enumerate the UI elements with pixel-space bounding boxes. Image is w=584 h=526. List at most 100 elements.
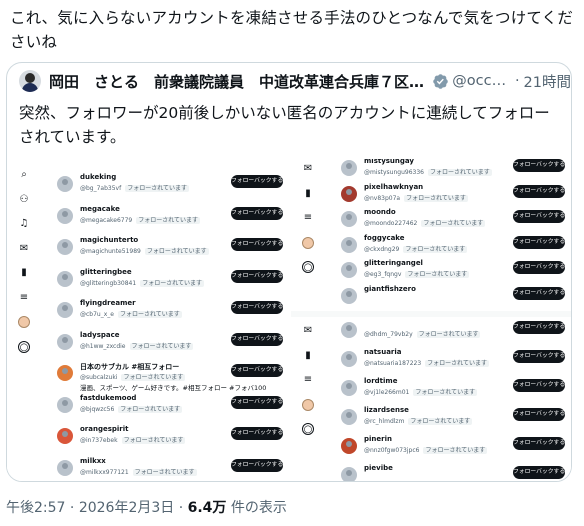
follower-row[interactable]: megacake @megacake6779 フォローされています フォローバックする (57, 205, 285, 231)
follower-row[interactable]: giantfishzero フォローバックする (341, 285, 567, 311)
follower-avatar[interactable] (57, 176, 73, 192)
follower-row[interactable]: glitteringbee @glitteringb30841 フォローされています… (57, 268, 285, 294)
follower-row[interactable]: magichunterto @magichunte51989 フォローされていますフ… (57, 236, 285, 262)
follow-back-button[interactable]: フォローバックする (231, 301, 283, 314)
follower-row[interactable]: pievibe フォローバックする (341, 464, 567, 481)
follower-avatar[interactable] (57, 270, 73, 287)
bookmark-icon[interactable]: ▮ (302, 188, 314, 200)
follow-back-button[interactable]: フォローバックする (231, 364, 283, 377)
follower-name[interactable]: pixelhawknyan (364, 183, 423, 191)
mail-icon[interactable]: ✉ (18, 243, 30, 255)
follow-back-button[interactable]: フォローバックする (513, 159, 565, 172)
follow-back-button[interactable]: フォローバックする (513, 184, 565, 198)
follower-avatar[interactable] (57, 333, 73, 350)
follower-avatar[interactable] (341, 409, 357, 425)
follower-avatar[interactable] (57, 459, 73, 476)
follower-name[interactable]: 日本のサブカル #相互フォロー (80, 362, 179, 372)
profile-icon[interactable] (302, 398, 314, 411)
follower-avatar[interactable] (341, 438, 357, 454)
follower-avatar[interactable] (341, 467, 357, 481)
follow-back-button[interactable]: フォローバックする (513, 235, 565, 249)
follow-back-button[interactable]: フォローバックする (231, 332, 283, 346)
attached-screenshot[interactable]: ⌕ ⚇ ♫ ✉ ▮ ≡ ○ dukeking @bg_7ab35vf フォローされています フォロ… (7, 159, 571, 482)
follower-name[interactable]: pievibe (364, 464, 393, 472)
follower-name[interactable]: mistysungay (364, 159, 414, 165)
follow-back-button[interactable]: フォローバックする (513, 379, 565, 392)
follow-back-button[interactable]: フォローバックする (231, 427, 283, 440)
follower-avatar[interactable] (341, 351, 357, 367)
mail-icon[interactable]: ✉ (302, 325, 314, 337)
follower-avatar[interactable] (341, 322, 357, 338)
list-icon[interactable]: ≡ (302, 212, 314, 224)
follower-name[interactable]: flyingdreamer (80, 299, 136, 307)
author-avatar[interactable] (19, 70, 41, 92)
follower-avatar[interactable] (341, 236, 357, 253)
follower-name[interactable]: milkxx (80, 457, 106, 465)
follower-row[interactable]: natsuaria @natsuaria187223 フォローされています フォローバ… (341, 348, 567, 374)
follow-back-button[interactable]: フォローバックする (513, 261, 565, 274)
follower-name[interactable]: glitteringangel (364, 259, 423, 267)
follower-row[interactable]: orangespirit @in737ebek フォローされています フォローバックす… (57, 425, 285, 451)
follower-avatar[interactable] (57, 239, 73, 255)
follower-row[interactable]: dukeking @bg_7ab35vf フォローされています フォローバックする (57, 173, 285, 199)
follower-row[interactable]: 日本のサブカル #相互フォロー @subcalzuki フォローされています 漫画、ス… (57, 362, 285, 392)
circle-icon[interactable]: ○ (302, 423, 314, 435)
follower-avatar[interactable] (57, 207, 73, 224)
follower-row[interactable]: lordtime @vj1le266m01 フォローされています フォローバックする (341, 377, 567, 403)
follower-row[interactable]: moondo @moondo227462 フォローされています フォローバックする (341, 208, 567, 234)
follower-row[interactable]: fastdukemood @bjqwzc56 フォローされています フォローバックする (57, 394, 285, 420)
follow-back-button[interactable]: フォローバックする (231, 269, 283, 283)
follow-back-button[interactable]: フォローバックする (513, 286, 565, 300)
follower-avatar[interactable] (341, 262, 357, 278)
post-time-full[interactable]: 午後2:57 (6, 500, 65, 516)
list-icon[interactable]: ≡ (302, 374, 314, 386)
profile-icon[interactable] (302, 236, 314, 249)
follower-name[interactable]: fastdukemood (80, 394, 136, 402)
follower-avatar[interactable] (341, 160, 357, 176)
follower-name[interactable]: ladyspace (80, 331, 120, 339)
follower-row[interactable]: ladyspace @h1ww_zxcdie フォローされています フォローバックする (57, 331, 285, 357)
bookmark-icon[interactable]: ▮ (302, 350, 314, 362)
follower-avatar[interactable] (341, 185, 357, 202)
follower-name[interactable]: natsuaria (364, 348, 402, 356)
follow-back-button[interactable]: フォローバックする (231, 395, 283, 409)
follower-avatar[interactable] (57, 396, 73, 413)
follow-back-button[interactable]: フォローバックする (231, 175, 283, 188)
follower-avatar[interactable] (57, 428, 73, 444)
follow-back-button[interactable]: フォローバックする (231, 238, 283, 251)
follower-avatar[interactable] (341, 380, 357, 396)
post-date[interactable]: 2026年2月3日 (79, 500, 174, 516)
bell-icon[interactable]: ♫ (18, 218, 30, 230)
follower-avatar[interactable] (341, 211, 357, 227)
follower-row[interactable]: flyingdreamer @cb7u_x_e フォローされています フォローバックす… (57, 299, 285, 325)
author-handle[interactable]: @occu… (452, 73, 511, 89)
mail-icon[interactable]: ✉ (302, 163, 314, 175)
follow-back-button[interactable]: フォローバックする (513, 321, 565, 334)
people-icon[interactable]: ⚇ (18, 194, 30, 206)
list-icon[interactable]: ≡ (18, 292, 30, 304)
follower-row[interactable]: glitteringangel @eg3_fqngv フォローされています フォローバ… (341, 259, 567, 285)
follower-name[interactable]: lordtime (364, 377, 397, 385)
follow-back-button[interactable]: フォローバックする (513, 350, 565, 363)
follow-back-button[interactable]: フォローバックする (231, 206, 283, 220)
follow-back-button[interactable]: フォローバックする (513, 210, 565, 223)
follower-row[interactable]: mistysungay @mistysungu96336 フォローされています フォロ… (341, 159, 567, 183)
follower-name[interactable]: magichunterto (80, 236, 138, 244)
follower-name[interactable]: dukeking (80, 173, 116, 181)
post-time[interactable]: 21時間 (524, 71, 571, 92)
follower-avatar[interactable] (341, 287, 357, 304)
follower-name[interactable]: lizardsense (364, 406, 409, 414)
follower-row[interactable]: milkxx @milkxx977121 フォローされています フォローバックする (57, 457, 285, 482)
bookmark-icon[interactable]: ▮ (18, 267, 30, 279)
quoted-tweet-card[interactable]: 岡田 さとる 前衆議院議員 中道改革連合兵庫７区支部長 @occu… · 21時… (6, 62, 572, 482)
follower-row[interactable]: foggycake @ckxdng29 フォローされています フォローバックする (341, 234, 567, 260)
follow-back-button[interactable]: フォローバックする (513, 437, 565, 450)
follower-row[interactable]: @dhdm_79vb2y フォローされています フォローバックする (341, 319, 567, 345)
follower-row[interactable]: pinerin @nnz0fgw073jpc6 フォローされています フォローバックす… (341, 435, 567, 461)
follower-name[interactable]: giantfishzero (364, 285, 416, 293)
follow-back-button[interactable]: フォローバックする (231, 458, 283, 472)
follower-row[interactable]: pixelhawknyan @nv83p07a フォローされています フォローバックす… (341, 183, 567, 209)
follower-avatar[interactable] (57, 302, 73, 318)
follower-name[interactable]: pinerin (364, 435, 392, 443)
profile-icon[interactable] (18, 316, 30, 328)
